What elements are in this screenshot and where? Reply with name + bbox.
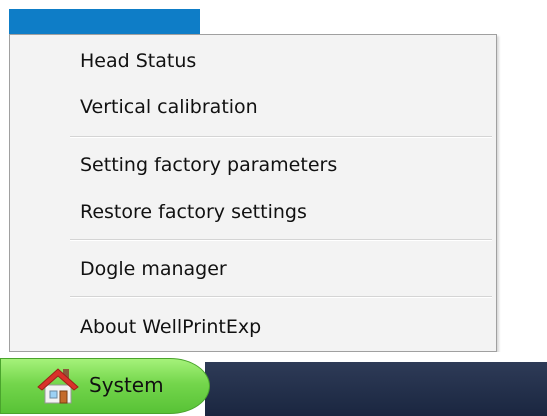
taskbar-bar <box>205 362 547 416</box>
system-button-label: System <box>89 373 164 397</box>
menu-separator <box>70 296 492 298</box>
system-start-button[interactable]: System <box>0 358 210 414</box>
menu-item-setting-factory-parameters[interactable]: Setting factory parameters <box>80 150 337 180</box>
menu-item-head-status[interactable]: Head Status <box>80 46 196 76</box>
menu-header-highlight <box>9 9 200 35</box>
taskbar: System <box>0 352 547 416</box>
menu-item-vertical-calibration[interactable]: Vertical calibration <box>80 92 258 122</box>
menu-item-restore-factory-settings[interactable]: Restore factory settings <box>80 197 307 227</box>
menu-item-about[interactable]: About WellPrintExp <box>80 312 261 342</box>
system-menu: Head Status Vertical calibration Setting… <box>9 34 497 352</box>
menu-separator <box>70 136 492 138</box>
menu-separator <box>70 239 492 241</box>
menu-item-dongle-manager[interactable]: Dogle manager <box>80 254 227 284</box>
home-icon <box>37 365 79 405</box>
